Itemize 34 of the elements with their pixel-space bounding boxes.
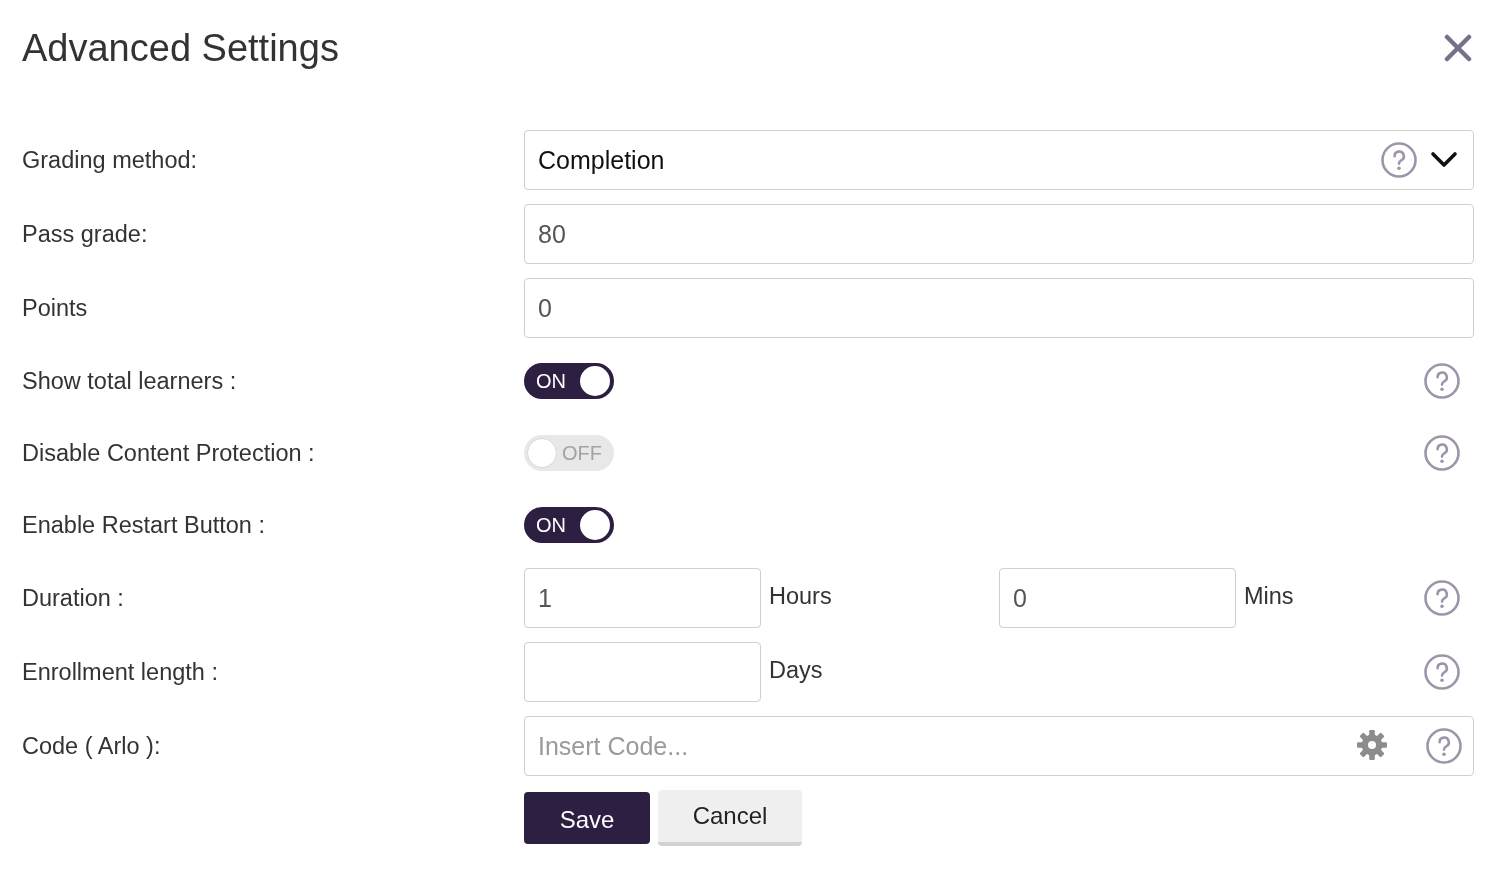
field-label: Code ( Arlo ): — [22, 732, 161, 760]
cancel-button[interactable]: Cancel — [658, 790, 802, 846]
field-label: Points — [22, 294, 88, 322]
number-field[interactable]: 1 — [524, 568, 761, 628]
help-icon[interactable] — [1424, 363, 1460, 399]
field-label: Enable Restart Button : — [22, 511, 265, 539]
number-field[interactable] — [524, 642, 761, 702]
help-icon[interactable] — [1381, 142, 1417, 178]
help-icon[interactable] — [1424, 435, 1460, 471]
text-field[interactable]: 0 — [524, 278, 1474, 338]
settings-icon[interactable] — [1356, 729, 1388, 761]
unit-label: Hours — [769, 582, 832, 610]
help-icon[interactable] — [1426, 728, 1462, 764]
field-label: Enrollment length : — [22, 658, 218, 686]
dialog-title: Advanced Settings — [22, 26, 339, 71]
unit-label: Days — [769, 656, 823, 684]
help-icon[interactable] — [1424, 654, 1460, 690]
number-field[interactable]: 0 — [999, 568, 1236, 628]
dropdown[interactable]: Completion — [524, 130, 1474, 190]
code-field[interactable]: Insert Code... — [524, 716, 1474, 776]
field-label: Disable Content Protection : — [22, 439, 315, 467]
toggle-switch[interactable]: ON — [524, 363, 614, 399]
field-label: Pass grade: — [22, 220, 148, 248]
save-button[interactable]: Save — [524, 792, 650, 844]
field-label: Show total learners : — [22, 367, 237, 395]
text-field[interactable]: 80 — [524, 204, 1474, 264]
unit-label: Mins — [1244, 582, 1294, 610]
help-icon[interactable] — [1424, 580, 1460, 616]
toggle-switch[interactable]: ON — [524, 507, 614, 543]
field-label: Grading method: — [22, 146, 198, 174]
field-label: Duration : — [22, 584, 124, 612]
close-button[interactable] — [1444, 34, 1472, 62]
chevron-down-icon — [1430, 151, 1458, 169]
close-icon — [1444, 34, 1472, 62]
